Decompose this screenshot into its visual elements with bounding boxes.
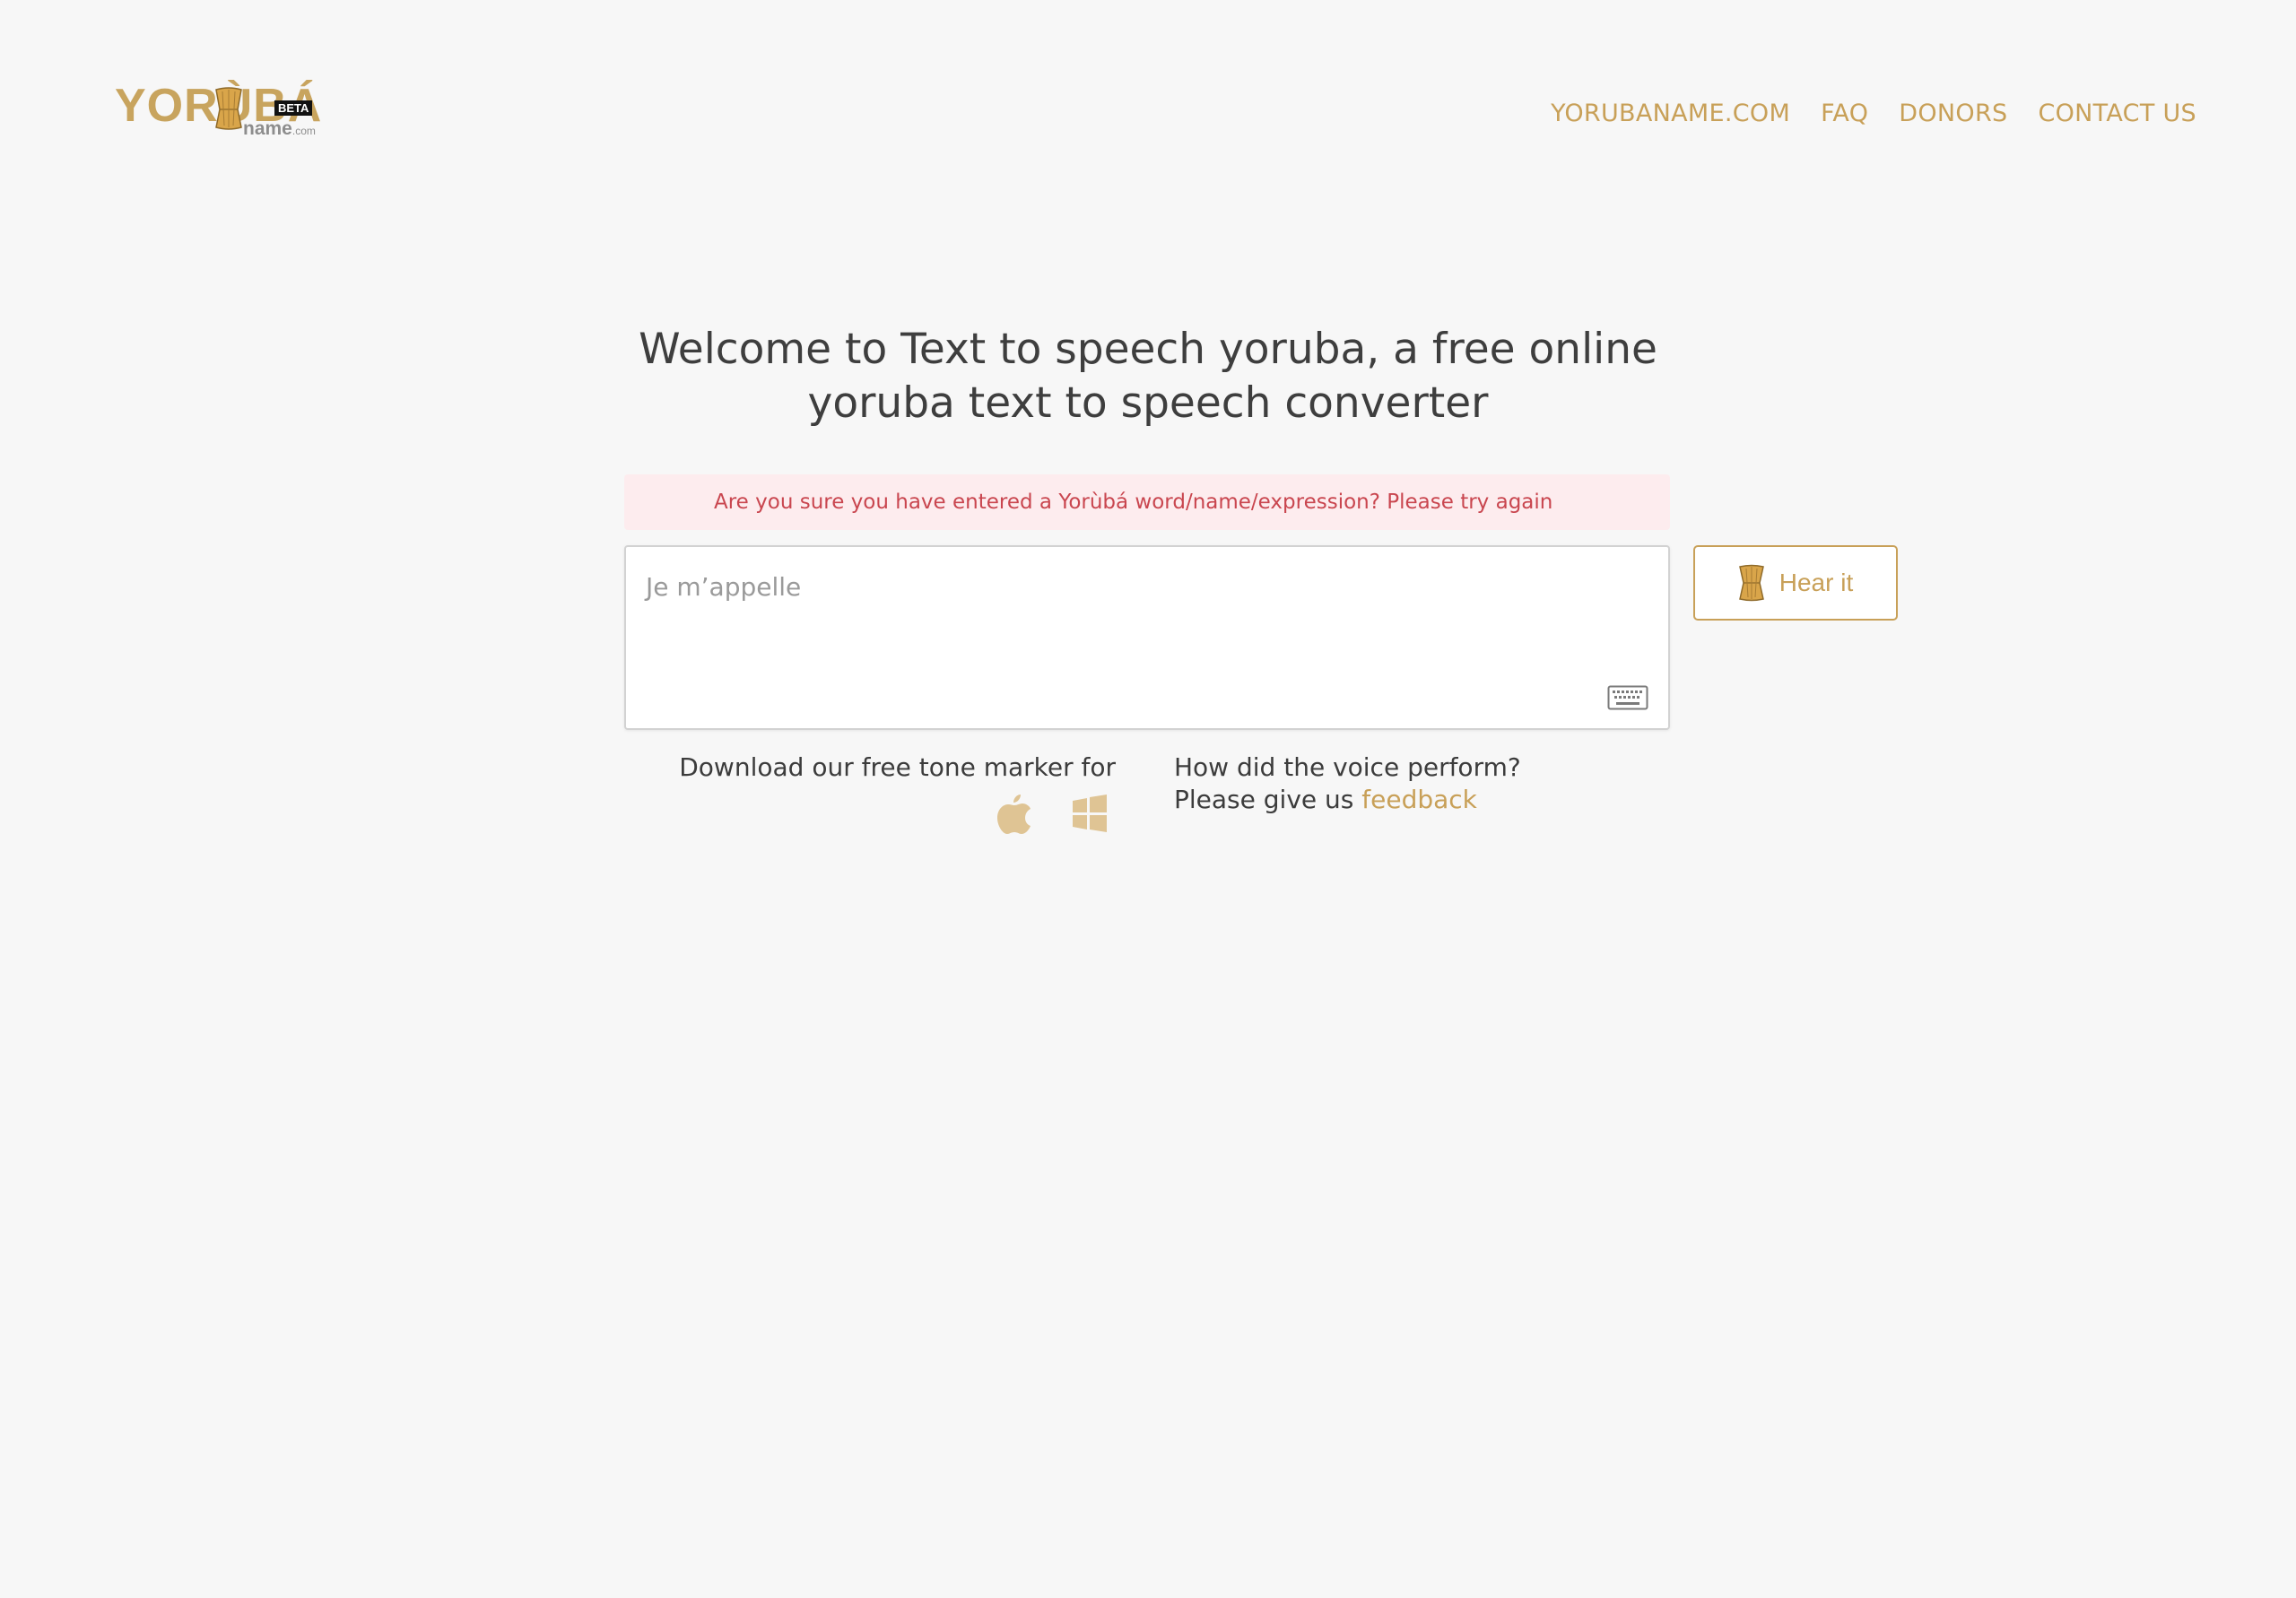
page-title: Welcome to Text to speech yoruba, a free… [639, 325, 1657, 428]
nav-item-contact-us[interactable]: CONTACT US [2038, 99, 2196, 129]
error-alert: Are you sure you have entered a Yorùbá w… [624, 474, 1670, 530]
nav-item-yorubaname[interactable]: YORUBANAME.COM [1551, 99, 1790, 129]
feedback-prompt: How did the voice perform? Please give u… [1174, 751, 1596, 816]
site-header: YORÙBÁ BETA name.com YORUBANAME.COM FAQ … [0, 0, 2296, 179]
beta-badge: BETA [274, 100, 313, 116]
nav-item-faq[interactable]: FAQ [1821, 99, 1868, 129]
yoruba-text-input[interactable] [626, 547, 1668, 728]
hear-it-button[interactable]: Hear it [1693, 545, 1898, 621]
talking-drum-icon [1738, 564, 1764, 602]
site-logo[interactable]: YORÙBÁ BETA name.com [115, 75, 321, 147]
download-links [996, 793, 1109, 834]
download-tone-marker-text: Download our free tone marker for [679, 752, 1116, 782]
apple-icon[interactable] [996, 793, 1033, 834]
windows-icon[interactable] [1071, 793, 1109, 834]
main-nav: YORUBANAME.COM FAQ DONORS CONTACT US [1551, 99, 2196, 129]
nav-item-donors[interactable]: DONORS [1899, 99, 2007, 129]
talking-drum-icon [215, 87, 242, 130]
text-input-box [624, 545, 1670, 730]
feedback-link[interactable]: feedback [1361, 785, 1477, 814]
logo-subtext: name.com [243, 118, 316, 139]
hear-it-label: Hear it [1779, 569, 1854, 596]
keyboard-icon[interactable] [1607, 685, 1648, 710]
